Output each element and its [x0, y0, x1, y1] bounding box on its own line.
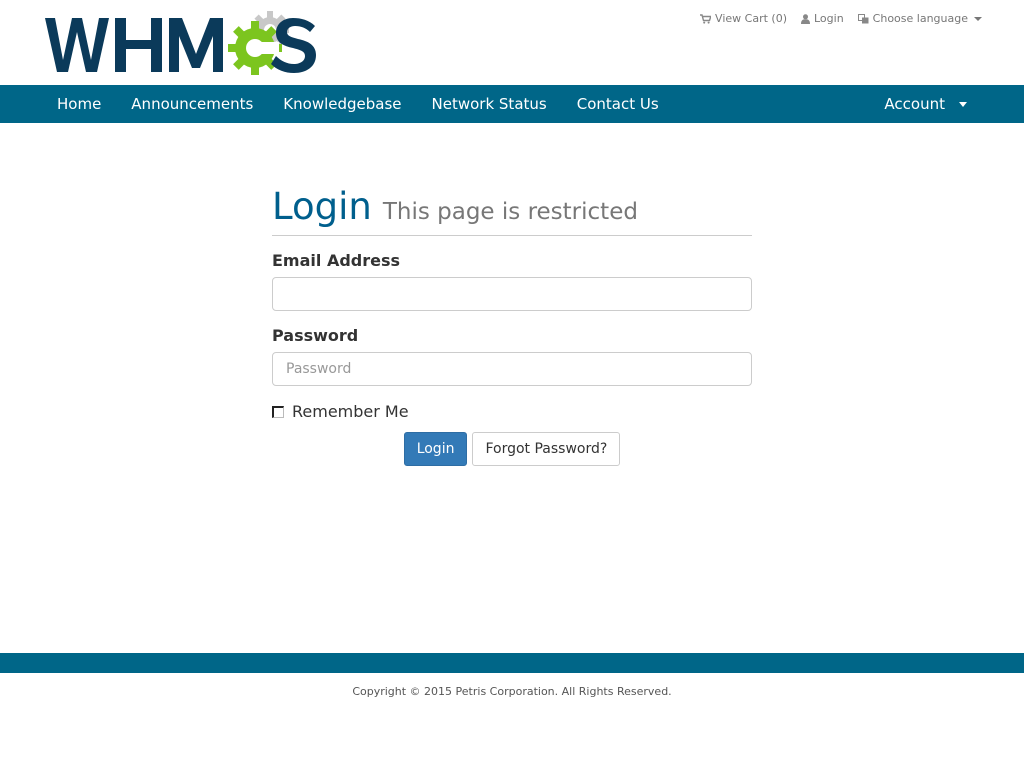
remember-me-row: Remember Me [272, 402, 752, 421]
main-navbar: Home Announcements Knowledgebase Network… [0, 85, 1024, 123]
email-field[interactable] [272, 277, 752, 311]
user-icon [800, 13, 810, 24]
nav-item-contact-us[interactable]: Contact Us [562, 85, 674, 123]
page-subtitle: This page is restricted [382, 199, 638, 225]
login-link-label: Login [813, 12, 844, 25]
chevron-down-icon [974, 16, 982, 21]
site-header: View Cart (0) Login Choose language [0, 0, 1024, 85]
password-label: Password [272, 326, 359, 345]
cart-icon [700, 13, 712, 24]
login-button[interactable]: Login [403, 432, 468, 466]
login-link[interactable]: Login [800, 12, 844, 25]
copyright-text: Copyright © 2015 Petris Corporation. All… [352, 685, 672, 698]
chevron-down-icon [959, 101, 967, 107]
nav-item-knowledgebase[interactable]: Knowledgebase [268, 85, 416, 123]
email-group: Email Address [272, 251, 752, 311]
view-cart-label: View Cart (0) [715, 12, 787, 25]
top-links: View Cart (0) Login Choose language [686, 12, 982, 25]
account-label: Account [884, 95, 945, 113]
forgot-password-button[interactable]: Forgot Password? [472, 432, 621, 466]
login-panel: Login This page is restricted Email Addr… [272, 185, 752, 466]
whmcs-logo[interactable] [43, 10, 318, 76]
choose-language-label: Choose language [872, 12, 968, 25]
nav-list: Home Announcements Knowledgebase Network… [42, 85, 674, 123]
email-label: Email Address [272, 251, 401, 270]
page-header: Login This page is restricted [272, 185, 752, 236]
nav-item-announcements[interactable]: Announcements [116, 85, 268, 123]
nav-item-network-status[interactable]: Network Status [417, 85, 562, 123]
password-group: Password [272, 326, 752, 386]
footer-bar [0, 653, 1024, 673]
remember-me-checkbox[interactable] [272, 405, 284, 418]
password-field[interactable] [272, 352, 752, 386]
remember-me-label[interactable]: Remember Me [292, 402, 409, 421]
whmcs-logo-graphic [45, 11, 316, 75]
choose-language-dropdown[interactable]: Choose language [857, 12, 982, 25]
language-icon [857, 13, 869, 23]
account-dropdown[interactable]: Account [869, 85, 982, 123]
nav-item-home[interactable]: Home [42, 85, 116, 123]
button-row: Login Forgot Password? [272, 432, 752, 466]
view-cart-link[interactable]: View Cart (0) [700, 12, 787, 25]
page-title: Login [272, 185, 372, 228]
